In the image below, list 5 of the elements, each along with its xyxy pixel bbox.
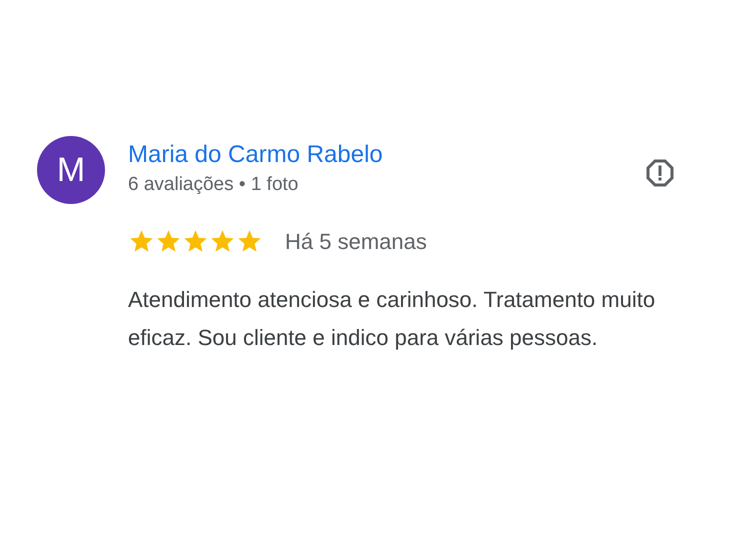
avatar: M — [37, 136, 105, 204]
author-name[interactable]: Maria do Carmo Rabelo — [128, 140, 642, 170]
review-text: Atendimento atenciosa e carinhoso. Tratamento muito eficaz. Sou cliente e indico para várias pessoas. — [128, 286, 656, 352]
review-time: Há 5 semanas — [285, 228, 427, 254]
author-meta: 6 avaliações • 1 foto — [128, 173, 300, 197]
